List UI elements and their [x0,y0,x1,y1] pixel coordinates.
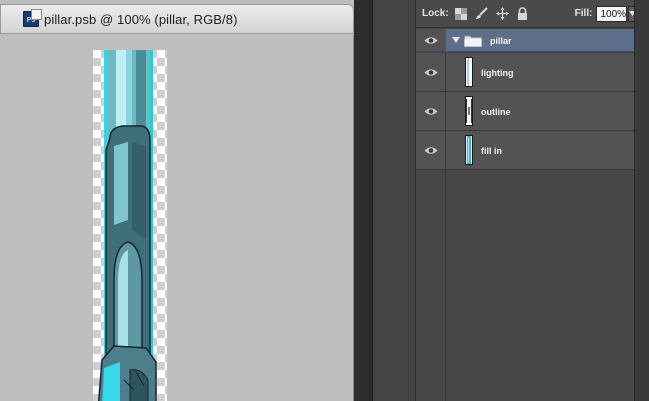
layer-row[interactable]: outline [416,92,634,131]
folder-icon [464,35,482,47]
layer-thumbnail [465,96,473,126]
layer-row[interactable]: lighting [416,53,634,92]
eye-icon [424,68,437,76]
document-window: Ps pillar.psb @ 100% (pillar, RGB/8) [0,0,354,401]
layer-thumbnail [465,57,473,87]
layer-name: outline [481,107,511,117]
document-title: pillar.psb @ 100% (pillar, RGB/8) [44,11,238,27]
layer-thumbnail [465,135,473,165]
expand-arrow-icon[interactable] [452,36,460,44]
panel-scrollbar[interactable] [634,0,649,401]
eye-icon [424,36,437,44]
workspace-gap [354,0,373,401]
layers-list-empty-area[interactable] [416,171,634,401]
lock-image-icon[interactable] [475,7,488,21]
layer-name: lighting [481,68,514,78]
lock-label: Lock: [422,8,449,19]
visibility-toggle[interactable] [416,53,446,91]
layers-panel: Lock: Fill: 100% pillar lighting outline… [416,0,638,401]
eye-icon [424,107,437,115]
pillar-artwork [97,50,157,401]
visibility-toggle[interactable] [416,131,446,169]
ps-file-icon: Ps [23,9,42,27]
layers-lock-toolbar: Lock: Fill: 100% [416,0,638,28]
lock-all-icon[interactable] [517,7,528,21]
visibility-toggle[interactable] [416,29,446,51]
fill-input[interactable]: 100% [596,5,628,22]
eye-icon [424,146,437,154]
eye-column-divider [416,171,446,401]
document-canvas[interactable] [0,35,354,401]
fill-label: Fill: [574,8,593,19]
lock-transparent-icon[interactable] [454,7,467,21]
visibility-toggle[interactable] [416,92,446,130]
layer-row[interactable]: fill in [416,131,634,170]
document-tab[interactable]: Ps pillar.psb @ 100% (pillar, RGB/8) [0,4,354,34]
layer-group-name: pillar [490,36,512,46]
lock-position-icon[interactable] [495,7,509,21]
photoshop-workspace: Ps pillar.psb @ 100% (pillar, RGB/8) Loc… [0,0,649,401]
layer-group-pillar[interactable]: pillar [416,29,634,52]
layer-name: fill in [481,146,502,156]
collapsed-panel-dock [373,0,416,401]
